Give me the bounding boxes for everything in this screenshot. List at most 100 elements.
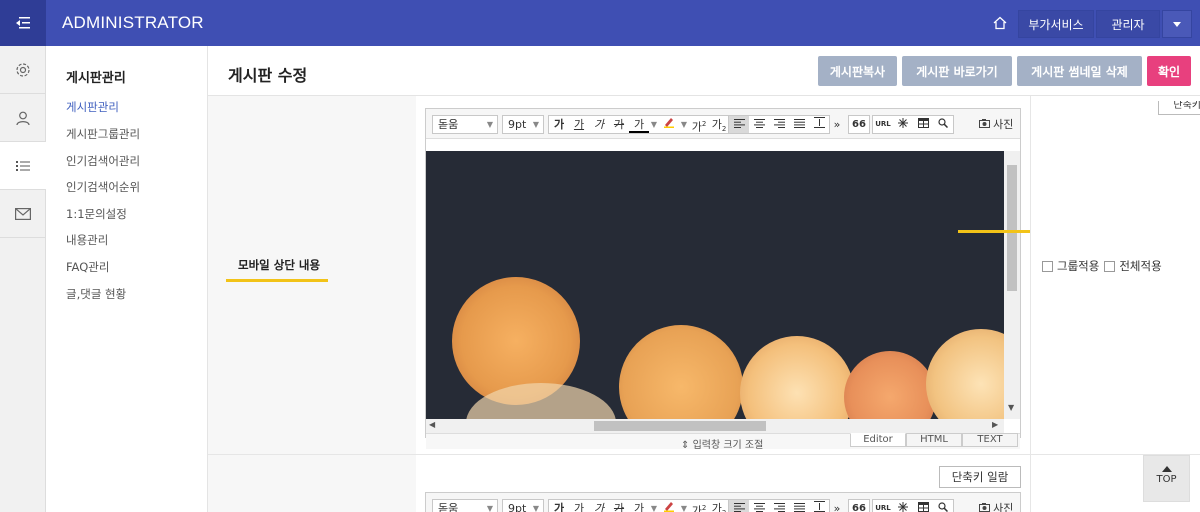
shortcut-list-button-partial[interactable]: 단축키 일람 xyxy=(1158,101,1200,115)
menu-item-post-status[interactable]: 글,댓글 현황 xyxy=(66,286,126,302)
highlight-color-button-2[interactable] xyxy=(659,500,679,512)
editor-resize-bar[interactable]: ⇕ 입력창 크기 조절 Editor HTML TEXT xyxy=(426,433,1020,451)
link-button-2[interactable]: URL xyxy=(873,500,893,512)
group-apply-checkbox[interactable] xyxy=(1042,260,1053,272)
italic-button-2[interactable]: 가 xyxy=(589,500,609,512)
confirm-button[interactable]: 확인 xyxy=(1147,56,1191,86)
font-family-select-2[interactable]: 돋움 ▼ xyxy=(432,499,498,512)
align-justify-button-2[interactable] xyxy=(789,500,809,512)
bold-button-2[interactable]: 가 xyxy=(549,500,569,512)
superscript-button[interactable]: 가2 xyxy=(689,116,709,134)
table-button[interactable] xyxy=(913,116,933,133)
link-button[interactable]: URL xyxy=(873,116,893,133)
superscript-button-2[interactable]: 가2 xyxy=(689,500,709,512)
insert-photo-button-2[interactable]: 사진 xyxy=(974,499,1018,512)
more-tools-button[interactable]: » xyxy=(830,116,844,133)
menu-item-keyword-rank[interactable]: 인기검색어순위 xyxy=(66,179,140,195)
sidebar-board-button[interactable] xyxy=(0,142,46,190)
scroll-left-arrow-icon[interactable]: ◀ xyxy=(429,420,435,429)
sidebar-user-button[interactable] xyxy=(0,94,46,142)
bokeh-light xyxy=(844,351,936,419)
underline-button[interactable]: 가 xyxy=(569,116,589,133)
more-tools-button-2[interactable]: » xyxy=(830,500,844,512)
align-left-button[interactable] xyxy=(729,116,749,133)
quote-button-2[interactable]: 66 xyxy=(849,500,869,512)
font-color-dropdown-2[interactable]: ▼ xyxy=(649,500,659,512)
font-color-button[interactable]: 가 xyxy=(629,116,649,133)
special-char-button-2[interactable] xyxy=(893,500,913,512)
menu-item-content-manage[interactable]: 내용관리 xyxy=(66,232,108,248)
copy-board-button[interactable]: 게시판복사 xyxy=(818,56,897,86)
horizontal-scroll-thumb[interactable] xyxy=(594,421,766,431)
horizontal-scrollbar[interactable]: ◀ ▶ xyxy=(426,419,1004,433)
align-right-button-2[interactable] xyxy=(769,500,789,512)
find-button-2[interactable] xyxy=(933,500,953,512)
table-icon xyxy=(917,502,929,512)
menu-item-board-manage[interactable]: 게시판관리 xyxy=(66,99,119,115)
settings-icon xyxy=(16,62,30,77)
menu-item-popular-keywords[interactable]: 인기검색어관리 xyxy=(66,153,140,169)
goto-board-button[interactable]: 게시판 바로가기 xyxy=(902,56,1012,86)
sidebar-mail-button[interactable] xyxy=(0,190,46,238)
shortcut-list-button[interactable]: 단축키 일람 xyxy=(939,466,1021,488)
resize-label[interactable]: ⇕ 입력창 크기 조절 xyxy=(681,436,763,451)
scroll-right-arrow-icon[interactable]: ▶ xyxy=(992,420,998,429)
tab-text[interactable]: TEXT xyxy=(962,433,1018,447)
sidebar-settings-button[interactable] xyxy=(0,46,46,94)
align-center-button-2[interactable] xyxy=(749,500,769,512)
text-format-group: 가 가 가 가 가 ▼ ▼ 가2 가2 xyxy=(548,115,730,134)
font-size-select-2[interactable]: 9pt ▼ xyxy=(502,499,544,512)
quote-group: 66 xyxy=(848,115,870,134)
menu-collapse-button[interactable] xyxy=(0,0,46,46)
admin-dropdown-button[interactable] xyxy=(1162,10,1192,38)
align-left-button-2[interactable] xyxy=(729,500,749,512)
all-apply-label: 전체적용 xyxy=(1119,259,1162,273)
menu-item-faq-manage[interactable]: FAQ관리 xyxy=(66,259,109,275)
font-size-select[interactable]: 9pt ▼ xyxy=(502,115,544,134)
highlight-dropdown[interactable]: ▼ xyxy=(679,116,689,133)
search-icon xyxy=(938,118,949,129)
align-justify-button[interactable] xyxy=(789,116,809,133)
vertical-scroll-thumb[interactable] xyxy=(1007,165,1017,291)
bold-button[interactable]: 가 xyxy=(549,116,569,133)
tab-editor[interactable]: Editor xyxy=(850,433,906,447)
table-button-2[interactable] xyxy=(913,500,933,512)
subscript-button[interactable]: 가2 xyxy=(709,116,729,133)
admin-button[interactable]: 관리자 xyxy=(1096,10,1160,38)
align-center-button[interactable] xyxy=(749,116,769,133)
insert-photo-button[interactable]: 사진 xyxy=(974,115,1018,134)
line-height-button[interactable] xyxy=(809,116,829,133)
font-color-dropdown[interactable]: ▼ xyxy=(649,116,659,133)
align-right-button[interactable] xyxy=(769,116,789,133)
highlight-dropdown-2[interactable]: ▼ xyxy=(679,500,689,512)
tab-html[interactable]: HTML xyxy=(906,433,962,447)
font-color-button-2[interactable]: 가 xyxy=(629,500,649,512)
align-center-icon xyxy=(753,503,765,512)
scroll-top-label: TOP xyxy=(1156,474,1177,485)
strike-button[interactable]: 가 xyxy=(609,116,629,133)
delete-thumbnail-button[interactable]: 게시판 썸네일 삭제 xyxy=(1017,56,1142,86)
quote-button[interactable]: 66 xyxy=(849,116,869,133)
strike-button-2[interactable]: 가 xyxy=(609,500,629,512)
scroll-down-arrow-icon[interactable]: ▼ xyxy=(1008,403,1014,412)
scroll-top-button[interactable]: TOP xyxy=(1143,455,1190,502)
subscript-button-2[interactable]: 가2 xyxy=(709,500,729,512)
align-justify-icon xyxy=(793,503,805,512)
menu-item-inquiry-settings[interactable]: 1:1문의설정 xyxy=(66,206,127,222)
font-family-select[interactable]: 돋움 ▼ xyxy=(432,115,498,134)
all-apply-checkbox[interactable] xyxy=(1104,260,1116,272)
home-button[interactable] xyxy=(990,13,1010,33)
top-header: ADMINISTRATOR 부가서비스 관리자 xyxy=(0,0,1200,46)
underline-button-2[interactable]: 가 xyxy=(569,500,589,512)
special-char-button[interactable] xyxy=(893,116,913,133)
highlight-color-button[interactable] xyxy=(659,116,679,133)
editor-content-image[interactable] xyxy=(426,151,1004,419)
italic-button[interactable]: 가 xyxy=(589,116,609,133)
vertical-scrollbar[interactable]: ▼ xyxy=(1004,151,1020,419)
find-button[interactable] xyxy=(933,116,953,133)
highlighter-icon xyxy=(664,502,674,512)
addon-service-button[interactable]: 부가서비스 xyxy=(1018,10,1094,38)
line-height-button-2[interactable] xyxy=(809,500,829,512)
search-icon xyxy=(938,502,949,512)
menu-item-board-group[interactable]: 게시판그룹관리 xyxy=(66,126,140,142)
